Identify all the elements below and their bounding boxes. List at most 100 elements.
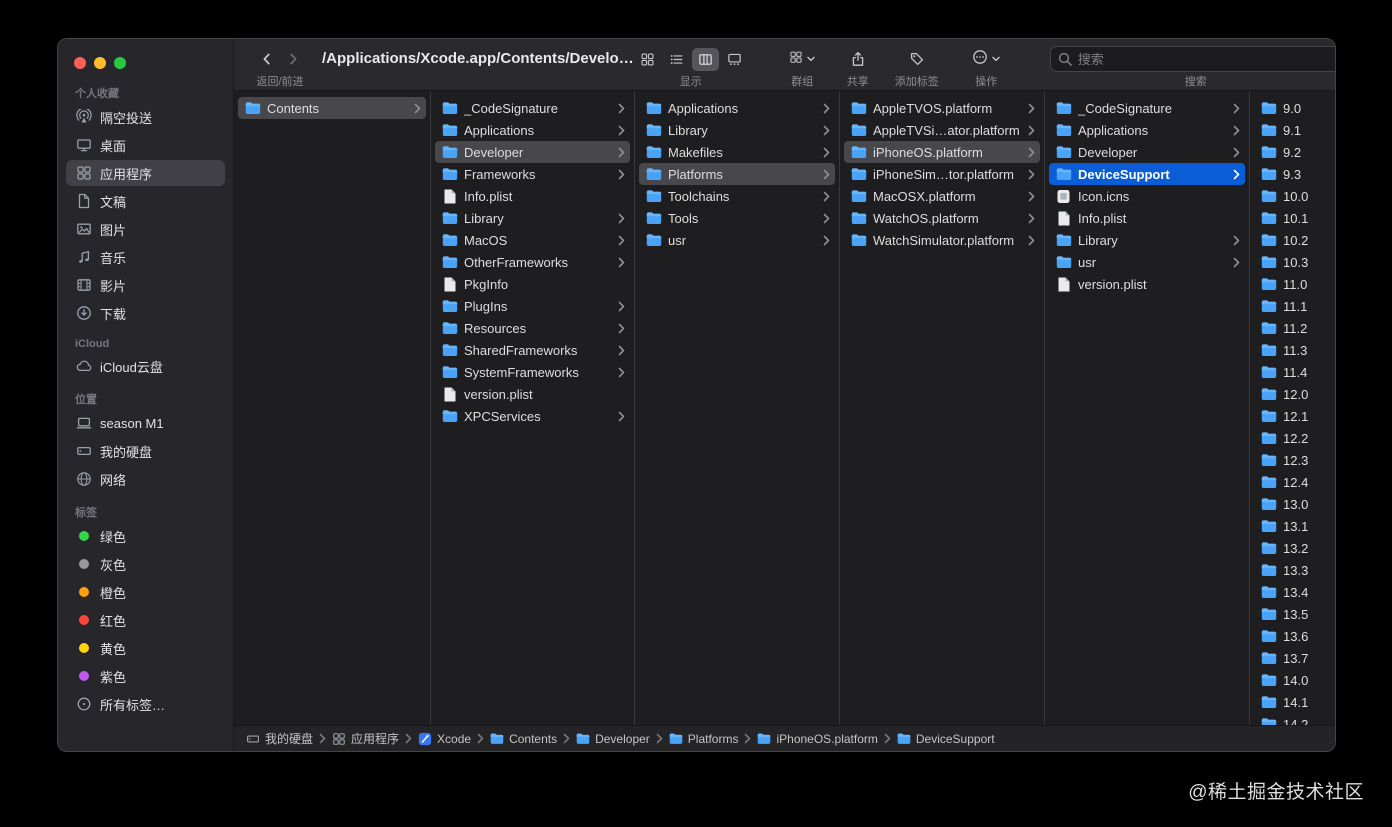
file-item[interactable]: Applications [435,119,630,141]
file-item[interactable]: 11.4 [1254,361,1331,383]
file-item[interactable]: 9.0 [1254,97,1331,119]
file-item[interactable]: 12.4 [1254,471,1331,493]
path-item[interactable]: iPhoneOS.platform [757,732,878,746]
sidebar-item-icloud-drive[interactable]: iCloud云盘 [66,353,225,379]
path-item[interactable]: Platforms [669,732,738,746]
file-item[interactable]: 13.7 [1254,647,1331,669]
close-window-button[interactable] [74,57,86,69]
action-button[interactable] [967,49,1006,70]
file-item[interactable]: Info.plist [435,185,630,207]
search-field[interactable] [1049,46,1335,72]
file-item[interactable]: 12.0 [1254,383,1331,405]
file-item[interactable]: 13.6 [1254,625,1331,647]
file-item[interactable]: Info.plist [1049,207,1245,229]
file-item[interactable]: usr [639,229,835,251]
add-tag-button[interactable] [904,51,930,67]
file-item[interactable]: Frameworks [435,163,630,185]
file-item[interactable]: OtherFrameworks [435,251,630,273]
path-item[interactable]: DeviceSupport [897,732,995,746]
file-item[interactable]: DeviceSupport [1049,163,1245,185]
file-item[interactable]: 10.0 [1254,185,1331,207]
file-item[interactable]: 14.0 [1254,669,1331,691]
file-item[interactable]: MacOSX.platform [844,185,1040,207]
file-item[interactable]: 9.1 [1254,119,1331,141]
sidebar-item-pictures[interactable]: 图片 [66,216,225,242]
group-button[interactable] [784,50,821,69]
sidebar-item-documents[interactable]: 文稿 [66,188,225,214]
path-item[interactable]: Contents [490,732,557,746]
file-item[interactable]: MacOS [435,229,630,251]
list-view-button[interactable] [663,48,690,71]
file-item[interactable]: PlugIns [435,295,630,317]
file-item[interactable]: 13.5 [1254,603,1331,625]
file-item[interactable]: XPCServices [435,405,630,427]
file-item[interactable]: 12.2 [1254,427,1331,449]
file-item[interactable]: iPhoneSim…tor.platform [844,163,1040,185]
file-item[interactable]: PkgInfo [435,273,630,295]
back-button[interactable] [254,51,280,67]
file-item[interactable]: 9.3 [1254,163,1331,185]
path-item[interactable]: 应用程序 [332,730,399,747]
file-item[interactable]: 13.4 [1254,581,1331,603]
file-item[interactable]: Toolchains [639,185,835,207]
file-item[interactable]: Library [435,207,630,229]
file-item[interactable]: usr [1049,251,1245,273]
file-item[interactable]: 13.1 [1254,515,1331,537]
file-item[interactable]: 13.2 [1254,537,1331,559]
file-item[interactable]: _CodeSignature [435,97,630,119]
minimize-window-button[interactable] [94,57,106,69]
sidebar-item-network[interactable]: 网络 [66,466,225,492]
zoom-window-button[interactable] [114,57,126,69]
file-item[interactable]: 13.3 [1254,559,1331,581]
file-item[interactable]: Makefiles [639,141,835,163]
file-item[interactable]: Platforms [639,163,835,185]
file-item[interactable]: Applications [639,97,835,119]
file-item[interactable]: Developer [1049,141,1245,163]
file-item[interactable]: _CodeSignature [1049,97,1245,119]
sidebar-item-my-disk[interactable]: 我的硬盘 [66,438,225,464]
sidebar-item-tag-red[interactable]: 红色 [66,607,225,633]
file-item[interactable]: 11.1 [1254,295,1331,317]
sidebar-item-applications[interactable]: 应用程序 [66,160,225,186]
path-item[interactable]: Xcode [418,732,471,746]
file-item[interactable]: AppleTVSi…ator.platform [844,119,1040,141]
file-item[interactable]: 12.3 [1254,449,1331,471]
forward-button[interactable] [280,51,306,67]
sidebar-item-tag-gray[interactable]: 灰色 [66,551,225,577]
file-item[interactable]: Icon.icns [1049,185,1245,207]
file-item[interactable]: 10.2 [1254,229,1331,251]
file-item[interactable]: 9.2 [1254,141,1331,163]
sidebar-item-music[interactable]: 音乐 [66,244,225,270]
file-item[interactable]: iPhoneOS.platform [844,141,1040,163]
path-item[interactable]: 我的硬盘 [246,730,313,747]
file-item[interactable]: Applications [1049,119,1245,141]
sidebar-item-tag-green[interactable]: 绿色 [66,523,225,549]
sidebar-item-all-tags[interactable]: 所有标签… [66,691,225,717]
sidebar-item-movies[interactable]: 影片 [66,272,225,298]
sidebar-item-season-m1[interactable]: season M1 [66,410,225,436]
file-item[interactable]: Library [639,119,835,141]
gallery-view-button[interactable] [721,48,748,71]
search-input[interactable] [1050,51,1335,67]
file-item[interactable]: Resources [435,317,630,339]
file-item[interactable]: Tools [639,207,835,229]
file-item[interactable]: WatchSimulator.platform [844,229,1040,251]
file-item[interactable]: 11.3 [1254,339,1331,361]
file-item[interactable]: AppleTVOS.platform [844,97,1040,119]
path-item[interactable]: Developer [576,732,650,746]
file-item[interactable]: Developer [435,141,630,163]
file-item[interactable]: 12.1 [1254,405,1331,427]
file-item[interactable]: version.plist [1049,273,1245,295]
sidebar-item-desktop[interactable]: 桌面 [66,132,225,158]
file-item[interactable]: 11.2 [1254,317,1331,339]
share-button[interactable] [845,51,871,67]
file-item[interactable]: SystemFrameworks [435,361,630,383]
file-item[interactable]: 11.0 [1254,273,1331,295]
icon-view-button[interactable] [634,48,661,71]
file-item[interactable]: Contents [238,97,426,119]
sidebar-item-tag-yellow[interactable]: 黄色 [66,635,225,661]
file-item[interactable]: 14.2 [1254,713,1331,725]
file-item[interactable]: WatchOS.platform [844,207,1040,229]
file-item[interactable]: SharedFrameworks [435,339,630,361]
sidebar-item-airdrop[interactable]: 隔空投送 [66,104,225,130]
